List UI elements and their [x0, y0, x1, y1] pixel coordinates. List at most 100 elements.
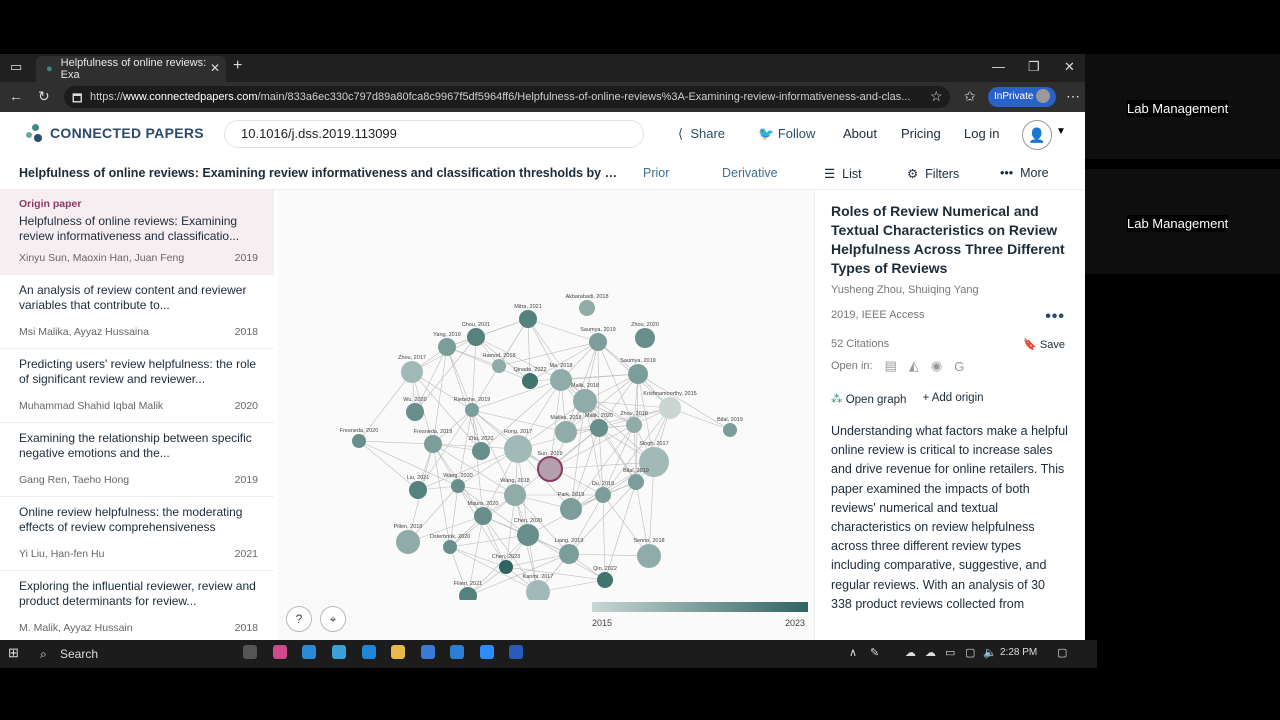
windows-start-icon[interactable]: ⊞ — [8, 645, 19, 661]
google-scholar-icon[interactable]: G — [954, 359, 964, 374]
logo[interactable]: CONNECTED PAPERS — [26, 124, 204, 142]
origin-node[interactable] — [537, 456, 563, 482]
restore-icon[interactable]: ❐ — [1028, 59, 1040, 75]
back-icon[interactable]: ← — [9, 88, 23, 104]
inprivate-badge[interactable]: InPrivate — [988, 87, 1056, 107]
more-menu-icon[interactable]: ⋯ — [1066, 88, 1080, 105]
graph-node[interactable] — [467, 328, 485, 346]
new-tab-icon[interactable]: + — [233, 57, 242, 75]
graph-node[interactable] — [590, 419, 608, 437]
user-avatar-icon[interactable]: 👤 — [1022, 120, 1052, 150]
graph-node[interactable] — [474, 507, 492, 525]
graph-node[interactable] — [628, 474, 644, 490]
graph-node[interactable] — [595, 487, 611, 503]
graph-node[interactable] — [659, 397, 681, 419]
graph-node[interactable] — [560, 498, 582, 520]
list-item[interactable]: Exploring the influential reviewer, revi… — [0, 571, 274, 640]
edge-inprivate-icon[interactable] — [332, 645, 346, 659]
more-options-icon[interactable]: ••• — [1045, 308, 1065, 326]
graph-node[interactable] — [499, 560, 513, 574]
add-origin-button[interactable]: + Add origin — [922, 392, 983, 406]
graph-node[interactable] — [465, 403, 479, 417]
graph-node[interactable] — [352, 434, 366, 448]
graph-node[interactable] — [597, 572, 613, 588]
graph-node[interactable] — [438, 338, 456, 356]
graph-node[interactable] — [626, 417, 642, 433]
graph-node[interactable] — [424, 435, 442, 453]
follow-button[interactable]: 🐦 Follow — [758, 126, 815, 142]
list-item[interactable]: Predicting users' review helpfulness: th… — [0, 349, 274, 423]
zoom-icon[interactable] — [480, 645, 494, 659]
graph-node[interactable] — [396, 530, 420, 554]
save-button[interactable]: 🔖 Save — [1023, 338, 1065, 351]
copilot-icon[interactable] — [273, 645, 287, 659]
graph-canvas[interactable]: Akbarabadi, 2018 Mitra, 2021 Chou, 2021 Zho… — [278, 190, 814, 640]
graph-node[interactable] — [637, 544, 661, 568]
more-button[interactable]: ••• More — [1000, 166, 1049, 180]
chevron-down-icon[interactable]: ▼ — [1056, 126, 1066, 137]
derivative-works-button[interactable]: Derivative — [722, 166, 778, 180]
graph-node[interactable] — [401, 361, 423, 383]
clock[interactable]: 2:28 PM — [1000, 647, 1037, 658]
tab-actions-icon[interactable]: ▭ — [10, 59, 22, 75]
graph-node[interactable] — [573, 389, 597, 413]
login-link[interactable]: Log in — [964, 126, 999, 141]
list-item[interactable]: An analysis of review content and review… — [0, 275, 274, 349]
about-link[interactable]: About — [843, 126, 877, 141]
doi-icon[interactable]: ◉ — [931, 358, 942, 374]
pricing-link[interactable]: Pricing — [901, 126, 941, 141]
store-icon[interactable] — [421, 645, 435, 659]
semantic-scholar-icon[interactable]: ◭ — [909, 358, 919, 374]
onedrive2-icon[interactable]: ☁ — [925, 646, 936, 659]
pdf-icon[interactable]: ▤ — [885, 358, 897, 374]
graph-node[interactable] — [519, 310, 537, 328]
favorite-star-icon[interactable]: ☆ — [930, 88, 943, 105]
file-explorer-icon[interactable] — [391, 645, 405, 659]
minimize-icon[interactable]: — — [992, 59, 1005, 74]
graph-node[interactable] — [492, 359, 506, 373]
graph-node[interactable] — [504, 484, 526, 506]
task-view-icon[interactable] — [243, 645, 257, 659]
graph-node[interactable] — [723, 423, 737, 437]
edge-icon[interactable] — [302, 645, 316, 659]
graph-node[interactable] — [559, 544, 579, 564]
filters-button[interactable]: ⚙ Filters — [907, 166, 959, 181]
open-graph-button[interactable]: ⁂ Open graph — [831, 392, 906, 406]
graph-node[interactable] — [504, 435, 532, 463]
close-window-icon[interactable]: ✕ — [1064, 59, 1075, 75]
list-item[interactable]: Online review helpfulness: the moderatin… — [0, 497, 274, 571]
prior-works-button[interactable]: Prior — [643, 166, 669, 180]
graph-node[interactable] — [522, 373, 538, 389]
chevron-up-icon[interactable]: ∧ — [849, 646, 857, 659]
device-icon[interactable]: ▭ — [945, 646, 955, 659]
onedrive-icon[interactable]: ☁ — [905, 646, 916, 659]
favorites-icon[interactable]: ✩ — [964, 88, 976, 105]
close-tab-icon[interactable]: ✕ — [210, 61, 220, 75]
graph-node[interactable] — [459, 587, 477, 600]
graph-svg[interactable]: Akbarabadi, 2018 Mitra, 2021 Chou, 2021 Zho… — [278, 190, 814, 600]
volume-icon[interactable]: 🔈 — [983, 646, 997, 659]
edge-dev-icon[interactable] — [362, 645, 376, 659]
detail-title[interactable]: Roles of Review Numerical and Textual Ch… — [831, 202, 1069, 278]
graph-node[interactable] — [409, 481, 427, 499]
site-info-icon[interactable]: 🗖 — [72, 90, 82, 109]
graph-node[interactable] — [517, 524, 539, 546]
graph-node[interactable] — [451, 479, 465, 493]
list-item[interactable]: Examining the relationship between speci… — [0, 423, 274, 497]
graph-node[interactable] — [472, 442, 490, 460]
search-input[interactable]: 10.1016/j.dss.2019.113099 — [224, 120, 644, 148]
browser-tab[interactable]: ● Helpfulness of online reviews: Exa ✕ — [36, 56, 226, 82]
graph-node[interactable] — [555, 421, 577, 443]
list-button[interactable]: ☰ List — [824, 166, 862, 181]
graph-node[interactable] — [628, 364, 648, 384]
graph-node[interactable] — [589, 333, 607, 351]
url-field[interactable]: https://www.connectedpapers.com/main/833… — [64, 86, 950, 108]
taskbar-search[interactable]: ⌕ Search — [30, 643, 230, 665]
graph-node[interactable] — [635, 328, 655, 348]
list-item-origin[interactable]: Origin paper Helpfulness of online revie… — [0, 190, 274, 275]
pen-icon[interactable]: ✎ — [870, 646, 879, 659]
graph-node[interactable] — [579, 300, 595, 316]
word-icon[interactable] — [509, 645, 523, 659]
graph-node[interactable] — [550, 369, 572, 391]
notifications-icon[interactable]: ▢ — [1057, 646, 1067, 659]
